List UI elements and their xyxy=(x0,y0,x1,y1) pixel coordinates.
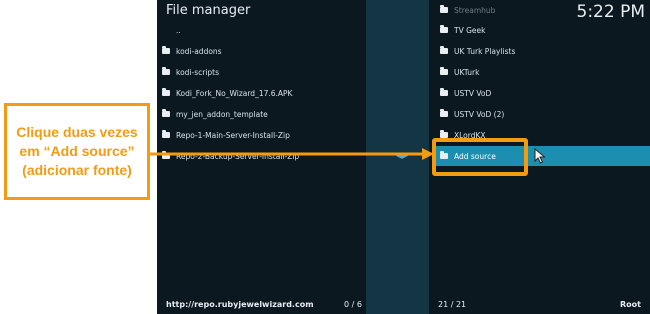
folder-icon xyxy=(162,130,170,138)
folder-icon xyxy=(162,67,170,75)
list-item[interactable]: TV Geek xyxy=(435,20,650,40)
list-item-label: USTV VoD (2) xyxy=(454,109,505,119)
list-item-label: UK Turk Playlists xyxy=(454,46,516,56)
footer-right-count: 21 / 21 xyxy=(438,300,467,309)
list-item[interactable]: USTV VoD xyxy=(435,83,650,103)
list-item[interactable]: Repo-1-Main-Server-Install-Zip xyxy=(157,125,362,145)
list-item[interactable]: USTV VoD (2) xyxy=(435,104,650,124)
annotation-text: Clique duas vezes em “Add source” (adici… xyxy=(16,124,138,178)
folder-icon xyxy=(440,109,448,117)
footer-right-path: Root xyxy=(620,300,641,309)
list-item[interactable]: my_jen_addon_template xyxy=(157,104,362,124)
list-item[interactable]: kodi-scripts xyxy=(157,62,362,82)
folder-icon xyxy=(440,67,448,75)
folder-icon xyxy=(440,25,448,33)
folder-icon xyxy=(162,46,170,54)
list-item[interactable]: UKTurk xyxy=(435,62,650,82)
list-item-label: TV Geek xyxy=(454,25,486,35)
list-item[interactable]: Streamhub xyxy=(435,0,650,20)
list-item-label: .. xyxy=(176,25,181,35)
folder-icon xyxy=(162,88,170,96)
window-title: File manager xyxy=(166,3,251,18)
footer-left-count: 0 / 6 xyxy=(344,300,362,309)
list-item-label: Repo-1-Main-Server-Install-Zip xyxy=(176,130,290,140)
list-item[interactable]: kodi-addons xyxy=(157,41,362,61)
mouse-cursor-icon xyxy=(534,148,546,164)
list-item-label: kodi-addons xyxy=(176,46,222,56)
list-item[interactable]: UK Turk Playlists xyxy=(435,41,650,61)
folder-icon xyxy=(162,109,170,117)
annotation-arrow-icon xyxy=(150,148,434,160)
list-item-label: kodi-scripts xyxy=(176,67,220,77)
highlight-box xyxy=(432,138,528,176)
list-item-parent[interactable]: .. xyxy=(157,20,362,40)
list-item[interactable]: Kodi_Fork_No_Wizard_17.6.APK xyxy=(157,83,362,103)
list-item-label: Kodi_Fork_No_Wizard_17.6.APK xyxy=(176,88,293,98)
folder-icon xyxy=(440,46,448,54)
list-item-label: Streamhub xyxy=(454,5,496,15)
footer-path: http://repo.rubyjewelwizard.com xyxy=(166,300,314,309)
annotation-callout: Clique duas vezes em “Add source” (adici… xyxy=(4,103,150,200)
list-item-label: UKTurk xyxy=(454,67,480,77)
folder-icon xyxy=(440,88,448,96)
list-item-label: my_jen_addon_template xyxy=(176,109,268,119)
folder-icon xyxy=(440,5,448,13)
list-item-label: USTV VoD xyxy=(454,88,492,98)
